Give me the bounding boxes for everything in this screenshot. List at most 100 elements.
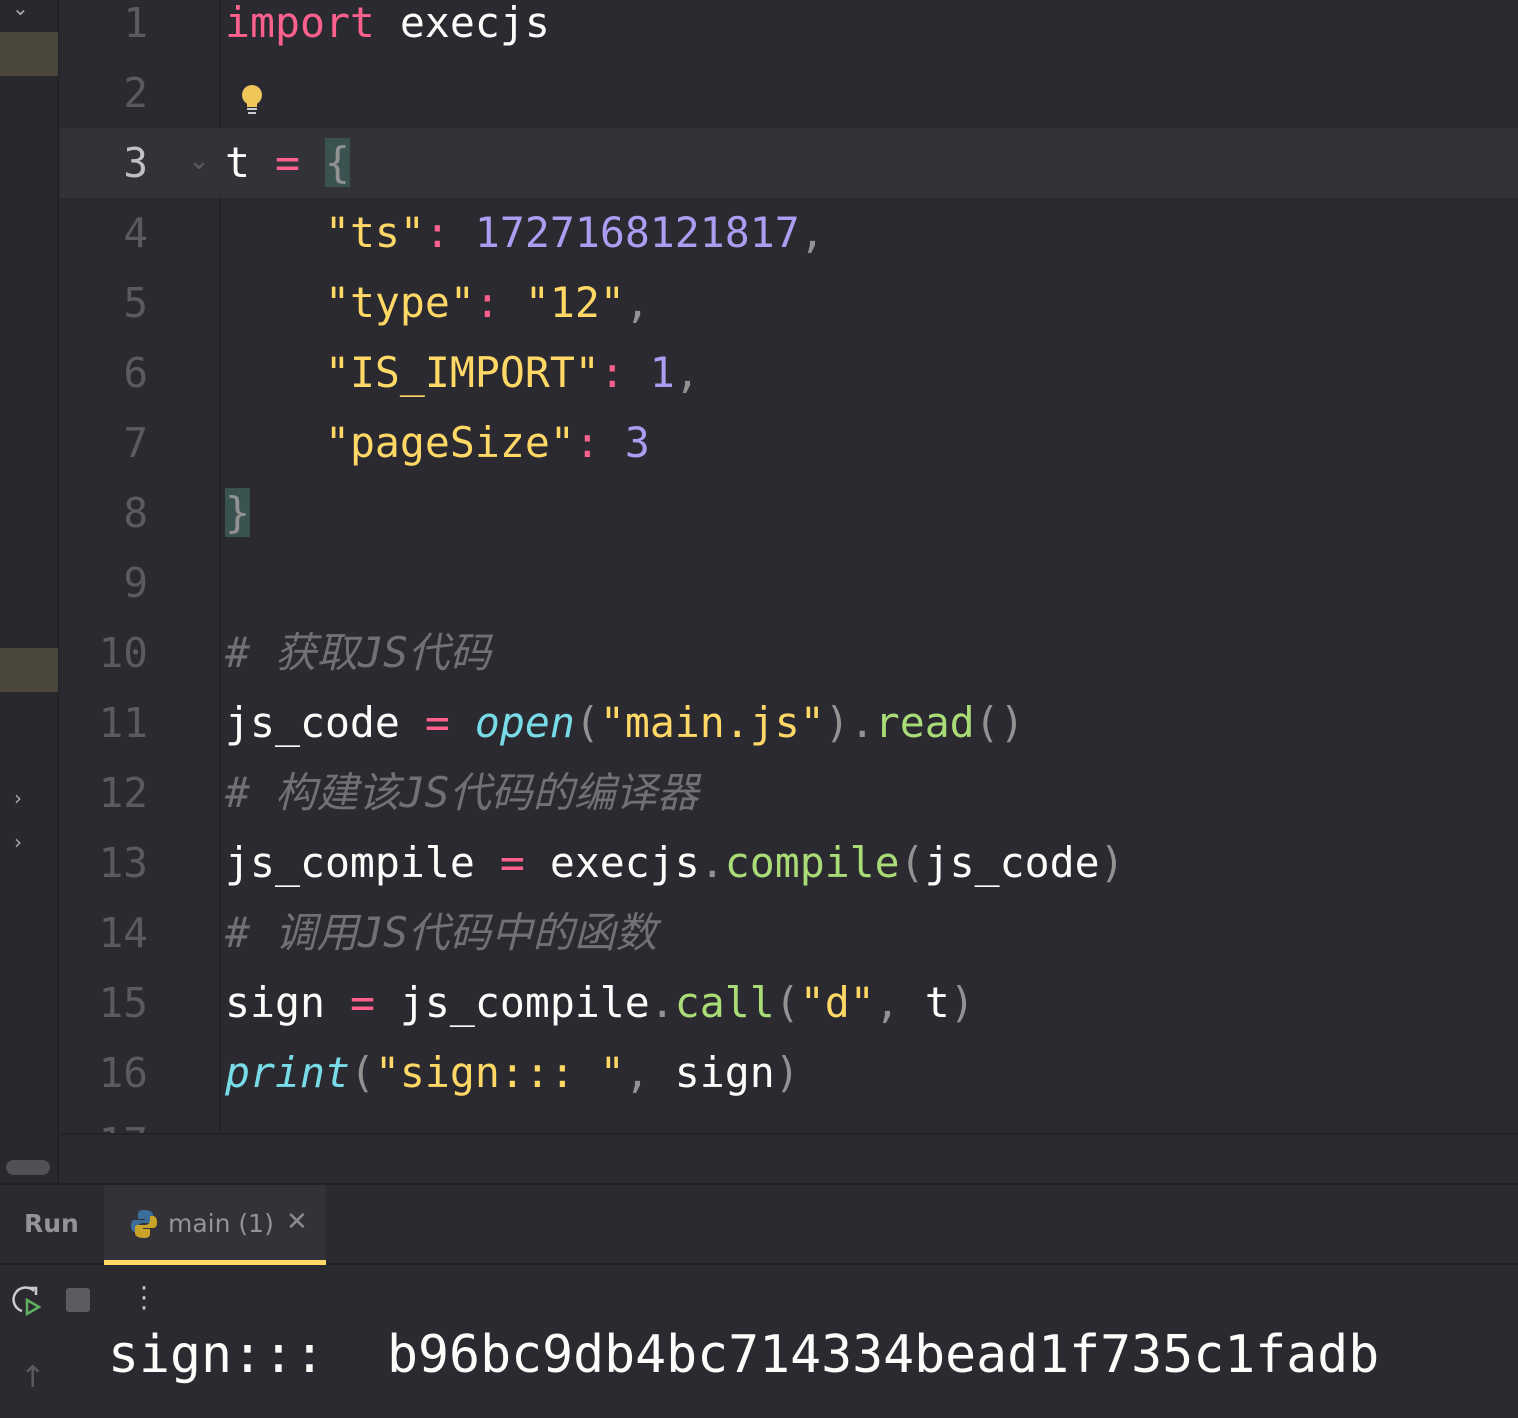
close-icon[interactable]: ✕ (286, 1207, 308, 1237)
code-token: compile (724, 838, 900, 887)
code-token: ( (349, 1048, 375, 1097)
code-token: "IS_IMPORT" (324, 348, 600, 397)
code-line[interactable]: 9 (60, 548, 1518, 618)
code-token: : (424, 208, 450, 257)
line-number: 17 (60, 1108, 148, 1133)
code-token: , (624, 1048, 650, 1097)
code-token: : (474, 278, 500, 327)
code-token: js_compile (225, 838, 500, 887)
code-text: import execjs (225, 0, 550, 58)
line-number: 14 (98, 909, 148, 957)
chevron-right-icon[interactable]: › (14, 830, 22, 854)
code-token: sign (649, 1048, 775, 1097)
code-token: "12" (524, 278, 625, 327)
line-number: 6 (123, 349, 148, 397)
line-number: 10 (98, 629, 148, 677)
tab-main[interactable]: main (1) ✕ (104, 1185, 326, 1265)
code-token: , (624, 278, 650, 327)
code-token: import (225, 0, 375, 47)
code-line[interactable]: 16 print("sign::: ", sign) (60, 1038, 1518, 1108)
code-line[interactable]: 5 "type": "12", (60, 268, 1518, 338)
code-token: read (874, 698, 975, 747)
code-line[interactable]: 3 ⌄ t = { (60, 128, 1518, 198)
code-line[interactable]: 15 sign = js_compile.call("d", t) (60, 968, 1518, 1038)
stop-icon[interactable] (66, 1288, 90, 1312)
code-line[interactable]: 7 "pageSize": 3 (60, 408, 1518, 478)
code-token: "d" (799, 978, 875, 1027)
code-line[interactable]: 1 import execjs (60, 0, 1518, 58)
code-token: ( (574, 698, 600, 747)
chevron-down-icon[interactable]: ⌄ (12, 0, 29, 20)
code-line[interactable]: 11 js_code = open("main.js").read() (60, 688, 1518, 758)
code-token: () (974, 698, 1025, 747)
console-output: sign::: b96bc9db4bc714334bead1f735c1fadb (108, 1325, 1380, 1385)
code-token: ) (1099, 838, 1125, 887)
code-token: = (274, 138, 300, 187)
code-line[interactable]: 8} (60, 478, 1518, 548)
code-text: # 获取JS代码 (225, 618, 491, 688)
code-token: execjs (524, 838, 700, 887)
lightbulb-icon[interactable] (240, 84, 264, 116)
code-line[interactable]: 6 "IS_IMPORT": 1, (60, 338, 1518, 408)
code-token: } (225, 488, 250, 537)
line-number: 15 (98, 979, 148, 1027)
selected-tree-item[interactable] (0, 648, 58, 692)
more-icon[interactable]: · · · (134, 1276, 154, 1322)
line-number: 5 (123, 279, 148, 327)
code-token: , (799, 208, 825, 257)
code-token: t (225, 138, 275, 187)
code-token: . (699, 838, 725, 887)
code-line[interactable]: 13 js_compile = execjs.compile(js_code) (60, 828, 1518, 898)
code-line[interactable]: 10 # 获取JS代码 (60, 618, 1518, 688)
code-line[interactable]: 12 # 构建该JS代码的编译器 (60, 758, 1518, 828)
code-token: "pageSize" (324, 418, 575, 467)
horizontal-scrollbar[interactable] (6, 1160, 50, 1175)
code-token: 1727168121817 (474, 208, 800, 257)
line-number: 11 (98, 699, 148, 747)
fold-icon[interactable]: ⌄ (188, 146, 210, 176)
code-token: : (599, 348, 625, 397)
code-text: # 构建该JS代码的编译器 (225, 758, 698, 828)
run-tool-window-header: Run main (1) ✕ (0, 1183, 1518, 1265)
code-text: "ts": 1727168121817, (225, 198, 825, 268)
chevron-right-icon[interactable]: › (14, 786, 22, 810)
selected-tree-item[interactable] (0, 32, 58, 76)
code-token: "main.js" (599, 698, 825, 747)
code-token: . (649, 978, 675, 1027)
code-text: # 调用JS代码中的函数 (225, 898, 657, 968)
code-text: "pageSize": 3 (225, 408, 650, 478)
code-token: ) (774, 1048, 800, 1097)
code-text: "type": "12", (225, 268, 650, 338)
code-token: "type" (324, 278, 475, 327)
code-token: t (899, 978, 950, 1027)
line-number: 4 (123, 209, 148, 257)
line-number: 2 (123, 69, 148, 117)
code-token: # 构建该JS代码的编译器 (225, 768, 699, 817)
scroll-up-icon[interactable]: ↑ (20, 1360, 45, 1395)
code-line[interactable]: 14 # 调用JS代码中的函数 (60, 898, 1518, 968)
code-text: t = { (225, 128, 350, 198)
code-token: = (349, 978, 375, 1027)
line-number: 8 (123, 489, 148, 537)
code-text: } (225, 478, 250, 548)
line-number: 13 (98, 839, 148, 887)
code-token: js_compile (374, 978, 650, 1027)
line-number: 16 (98, 1049, 148, 1097)
code-editor[interactable]: 1 import execjs 2 3 ⌄ t = {4 "ts": 1727168121… (60, 0, 1518, 1135)
rerun-icon[interactable] (10, 1285, 42, 1317)
code-token: , (874, 978, 900, 1027)
code-line[interactable]: 4 "ts": 1727168121817, (60, 198, 1518, 268)
code-token: js_code (225, 698, 425, 747)
code-token: call (674, 978, 775, 1027)
run-label: Run (24, 1209, 79, 1238)
tab-label: main (1) (168, 1209, 274, 1238)
code-token: ( (774, 978, 800, 1027)
code-line[interactable]: 17 (60, 1108, 1518, 1133)
code-text: js_compile = execjs.compile(js_code) (225, 828, 1125, 898)
code-token: , (674, 348, 700, 397)
code-line[interactable]: 2 (60, 58, 1518, 128)
